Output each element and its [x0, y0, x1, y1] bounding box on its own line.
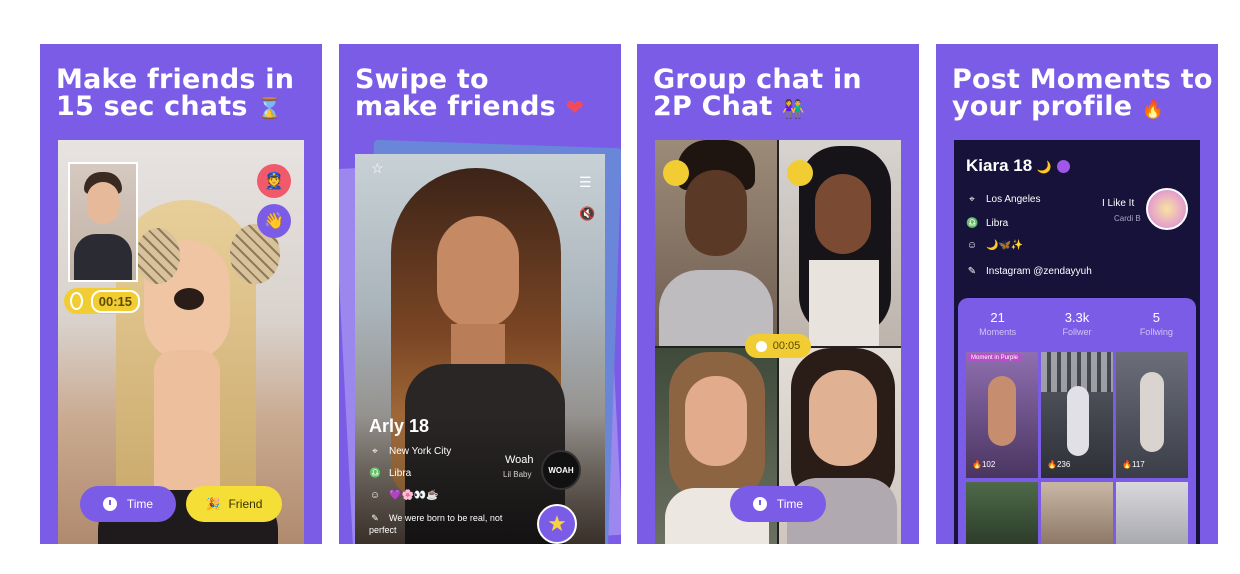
police-emoji-icon: 👮	[264, 173, 284, 190]
song-artist: Cardi B	[1114, 214, 1141, 223]
card-title: Swipe to make friends ❤	[355, 64, 585, 122]
card-title: Make friends in 15 sec chats ⌛	[56, 64, 295, 122]
time-button[interactable]: Time	[730, 486, 826, 522]
star-icon: ★	[547, 511, 567, 536]
stat-moments[interactable]: 21 Moments	[958, 310, 1037, 337]
song-artist: Lil Baby	[503, 470, 532, 479]
location-pin-icon: ⌖	[969, 194, 975, 205]
friend-button[interactable]: 🎉 Friend	[186, 486, 282, 522]
sticker-icon	[663, 160, 689, 186]
pencil-icon: ✎	[967, 266, 977, 277]
group-chat-timer: 00:05	[745, 334, 811, 358]
promo-card-swipe: Swipe to make friends ❤ ☆ ☰ 🔇 Arly 18 ⌖ N…	[339, 44, 621, 544]
moment-tile[interactable]: 🔥236	[1041, 352, 1113, 478]
album-cover[interactable]: WOAH	[541, 450, 581, 490]
swipe-profile-photo[interactable]: ☆ ☰ 🔇 Arly 18 ⌖ New York City ♎ Libra ☺ 💜🌸👀…	[355, 154, 605, 544]
promo-card-moments: Post Moments to your profile 🔥 Kiara 18 …	[936, 44, 1218, 544]
profile-name: Arly 18	[369, 416, 430, 436]
mute-icon[interactable]: 🔇	[579, 206, 595, 222]
fire-icon: 🔥	[1047, 460, 1057, 469]
song-title: I Like It	[1102, 198, 1135, 209]
location-pin-icon: ⌖	[372, 446, 378, 457]
hourglass-icon: ⌛	[257, 96, 283, 120]
libra-icon: ♎	[369, 468, 382, 479]
card-title: Group chat in 2P Chat 👫	[653, 64, 862, 122]
moment-likes: 🔥236	[1047, 460, 1071, 469]
participant-1	[655, 140, 777, 346]
wave-hand-icon: 👋	[264, 213, 284, 230]
profile-panel: Kiara 18 🌙 ⌖ Los Angeles ♎ Libra ☺ 🌙🦋✨ ✎ Ins…	[954, 140, 1200, 544]
moment-tile[interactable]: Moment in Purple 🔥102	[966, 352, 1038, 478]
profile-bio: ✎ We were born to be real, not perfect	[369, 513, 503, 535]
smile-icon: ☺	[966, 240, 978, 251]
police-emoji-button[interactable]: 👮	[257, 164, 291, 198]
profile-instagram: ✎ Instagram @zendayyuh	[967, 266, 1092, 277]
profile-location: ⌖ New York City	[369, 446, 451, 457]
clock-icon	[755, 340, 767, 352]
clock-icon	[752, 497, 767, 511]
fire-icon: 🔥	[1141, 99, 1165, 120]
couple-icon: 👫	[782, 99, 805, 120]
stat-follower[interactable]: 3.3k Follwer	[1037, 310, 1116, 337]
smile-icon: ☺	[369, 490, 381, 501]
fire-icon: 🔥	[1122, 460, 1132, 469]
fire-icon: 🔥	[972, 460, 982, 469]
song-cover[interactable]	[1146, 188, 1188, 230]
profile-zodiac: ♎ Libra	[369, 468, 412, 479]
stats-row: 21 Moments 3.3k Follwer 5 Follwing	[958, 310, 1196, 337]
sticker-icon	[787, 160, 813, 186]
stat-following[interactable]: 5 Follwing	[1117, 310, 1196, 337]
super-like-button[interactable]: ★	[537, 504, 577, 544]
card-title: Post Moments to your profile 🔥	[952, 64, 1213, 122]
chat-timer: 00:15	[64, 288, 140, 314]
profile-location: ⌖ Los Angeles	[966, 194, 1040, 205]
moon-icon: 🌙	[1036, 160, 1052, 174]
clock-icon	[70, 292, 83, 310]
moment-likes: 🔥117	[1122, 460, 1145, 469]
verified-badge-icon	[1056, 160, 1070, 174]
time-button[interactable]: Time	[80, 486, 176, 522]
moment-likes: 🔥102	[972, 460, 996, 469]
profile-name: Kiara 18 🌙	[966, 156, 1070, 176]
moment-tile[interactable]	[1116, 482, 1188, 544]
profile-emojis: ☺ 💜🌸👀☕	[369, 490, 439, 501]
moment-tile[interactable]	[966, 482, 1038, 544]
heart-icon: ❤	[565, 96, 585, 121]
moment-tile[interactable]: 🔥117	[1116, 352, 1188, 478]
wave-hand-button[interactable]: 👋	[257, 204, 291, 238]
profile-emojis: ☺ 🌙🦋✨	[966, 240, 1024, 251]
pencil-icon: ✎	[371, 513, 379, 523]
libra-icon: ♎	[966, 218, 979, 229]
moment-tile[interactable]	[1041, 482, 1113, 544]
party-popper-icon: 🎉	[205, 497, 221, 511]
self-preview-photo	[68, 162, 138, 282]
star-icon[interactable]: ☆	[371, 160, 384, 177]
moments-panel: 21 Moments 3.3k Follwer 5 Follwing Momen…	[958, 298, 1196, 544]
profile-zodiac: ♎ Libra	[966, 218, 1009, 229]
song-title: Woah	[505, 454, 534, 466]
promo-card-make-friends: Make friends in 15 sec chats ⌛ 👮 👋 00:15…	[40, 44, 322, 544]
menu-icon[interactable]: ☰	[579, 174, 592, 191]
clock-icon	[102, 497, 117, 511]
participant-2	[779, 140, 901, 346]
promo-card-group-chat: Group chat in 2P Chat 👫 00:05 Time	[637, 44, 919, 544]
